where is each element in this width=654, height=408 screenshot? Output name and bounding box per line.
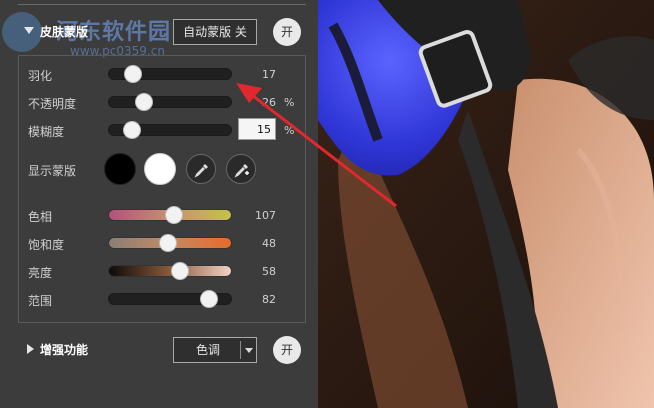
feather-value: 17 xyxy=(262,68,276,81)
expand-arrow-icon[interactable] xyxy=(24,27,34,34)
saturation-label: 饱和度 xyxy=(28,238,65,252)
white-swatch[interactable] xyxy=(144,153,176,185)
opacity-label: 不透明度 xyxy=(28,97,77,111)
range-slider[interactable] xyxy=(108,290,232,308)
mask-section-title[interactable]: 皮肤蒙版 xyxy=(40,23,88,40)
eyedropper-plus-icon xyxy=(234,164,249,178)
saturation-slider-knob[interactable] xyxy=(158,234,177,252)
saturation-value: 48 xyxy=(262,237,276,250)
eyedropper-plus-button[interactable] xyxy=(226,154,256,184)
editing-panel: 河东软件园 www.pc0359.cn 皮肤蒙版 自动蒙版 关 开 羽化 17 … xyxy=(0,0,319,408)
top-divider xyxy=(18,4,306,5)
opacity-slider[interactable] xyxy=(108,93,232,111)
photo-image xyxy=(318,0,654,408)
blur-slider[interactable] xyxy=(108,121,232,139)
blur-label: 模糊度 xyxy=(28,125,65,139)
mask-toggle-button[interactable]: 开 xyxy=(273,18,301,46)
blur-unit: % xyxy=(284,124,295,137)
brightness-slider[interactable] xyxy=(108,262,232,280)
range-value: 82 xyxy=(262,293,276,306)
brightness-value: 58 xyxy=(262,265,276,278)
feather-label: 羽化 xyxy=(28,69,53,83)
brightness-label: 亮度 xyxy=(28,266,53,280)
enhance-section-title[interactable]: 增强功能 xyxy=(40,341,88,358)
saturation-slider[interactable] xyxy=(108,234,232,252)
photo-canvas[interactable] xyxy=(318,0,654,408)
opacity-value: 26 xyxy=(262,96,276,109)
range-slider-knob[interactable] xyxy=(200,290,219,308)
collapsed-arrow-icon[interactable] xyxy=(27,344,34,354)
range-label: 范围 xyxy=(28,294,53,308)
blur-input[interactable]: 15 xyxy=(238,118,276,140)
auto-mask-button[interactable]: 自动蒙版 关 xyxy=(173,19,257,45)
tone-dropdown[interactable]: 色调 xyxy=(173,337,257,363)
black-swatch[interactable] xyxy=(104,153,136,185)
tone-dropdown-value: 色调 xyxy=(195,343,220,357)
show-mask-label: 显示蒙版 xyxy=(28,164,77,178)
opacity-unit: % xyxy=(284,96,295,109)
eyedropper-button[interactable] xyxy=(186,154,216,184)
hue-value: 107 xyxy=(255,209,276,222)
hue-slider-knob[interactable] xyxy=(164,206,183,224)
dropdown-separator xyxy=(240,341,241,359)
dropdown-caret-icon[interactable] xyxy=(245,348,253,353)
hue-label: 色相 xyxy=(28,210,53,224)
eyedropper-icon xyxy=(194,164,208,178)
watermark-logo xyxy=(2,12,42,52)
hue-slider[interactable] xyxy=(108,206,232,224)
feather-slider[interactable] xyxy=(108,65,232,83)
enhance-toggle-button[interactable]: 开 xyxy=(273,336,301,364)
brightness-slider-knob[interactable] xyxy=(170,262,189,280)
